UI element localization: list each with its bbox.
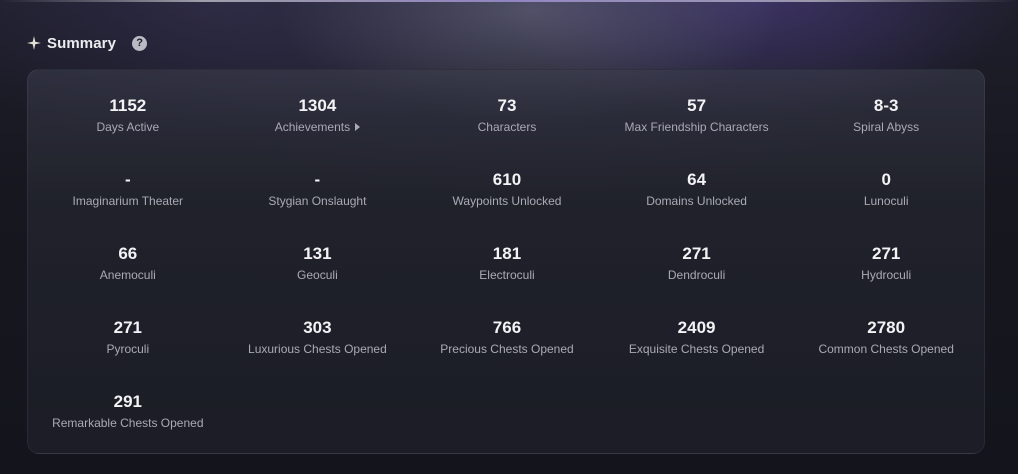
stat-hydroculi: 271 Hydroculi	[791, 244, 981, 318]
stat-value: 303	[303, 318, 332, 337]
summary-header: Summary ?	[27, 33, 148, 53]
stat-days-active: 1152 Days Active	[33, 96, 223, 170]
stat-exquisite-chests: 2409 Exquisite Chests Opened	[602, 318, 792, 392]
stat-value: -	[124, 170, 131, 189]
stat-label: Days Active	[96, 120, 160, 134]
stat-label: Stygian Onslaught	[268, 194, 367, 208]
top-highlight-line	[0, 0, 1018, 2]
sparkle-icon	[27, 36, 41, 50]
caret-right-icon	[355, 123, 361, 131]
stat-value: 131	[303, 244, 332, 263]
stat-geoculi: 131 Geoculi	[223, 244, 413, 318]
stat-label: Anemoculi	[99, 268, 156, 282]
stat-label: Precious Chests Opened	[440, 342, 574, 356]
stat-electroculi: 181 Electroculi	[412, 244, 602, 318]
stat-value: 291	[113, 392, 142, 411]
stat-stygian-onslaught: - Stygian Onslaught	[223, 170, 413, 244]
stat-label: Domains Unlocked	[646, 194, 747, 208]
stat-value: 610	[492, 170, 522, 189]
stat-label: Dendroculi	[667, 268, 726, 282]
stat-value: -	[314, 170, 321, 189]
stat-label: Max Friendship Characters	[624, 120, 769, 134]
stat-waypoints: 610 Waypoints Unlocked	[412, 170, 602, 244]
stat-label: Pyroculi	[106, 342, 150, 356]
stat-value: 766	[492, 318, 522, 337]
stat-value: 271	[113, 318, 142, 337]
summary-panel: 1152 Days Active 1304 Achievements 73 Ch…	[27, 69, 985, 454]
stat-luxurious-chests: 303 Luxurious Chests Opened	[223, 318, 413, 392]
stat-imaginarium-theater: - Imaginarium Theater	[33, 170, 223, 244]
stat-domains: 64 Domains Unlocked	[602, 170, 792, 244]
stat-value: 73	[497, 96, 517, 115]
achievements-link[interactable]: Achievements	[274, 120, 361, 134]
stat-max-friendship: 57 Max Friendship Characters	[602, 96, 792, 170]
stat-value: 271	[682, 244, 711, 263]
stat-pyroculi: 271 Pyroculi	[33, 318, 223, 392]
stat-precious-chests: 766 Precious Chests Opened	[412, 318, 602, 392]
stat-value: 64	[687, 170, 707, 189]
stat-label: Hydroculi	[861, 268, 912, 282]
stat-label: Remarkable Chests Opened	[52, 416, 204, 430]
stat-value: 8-3	[873, 96, 899, 115]
stat-value: 271	[871, 244, 901, 263]
stats-grid: 1152 Days Active 1304 Achievements 73 Ch…	[33, 96, 981, 466]
stat-label: Spiral Abyss	[853, 120, 920, 134]
section-title: Summary	[47, 34, 117, 52]
stat-label: Electroculi	[479, 268, 535, 282]
stat-label: Characters	[477, 120, 537, 134]
stat-label: Geoculi	[297, 268, 338, 282]
stat-anemoculi: 66 Anemoculi	[33, 244, 223, 318]
stat-label: Exquisite Chests Opened	[628, 342, 765, 356]
stat-label: Waypoints Unlocked	[452, 194, 562, 208]
stat-label: Luxurious Chests Opened	[248, 342, 387, 356]
stat-value: 2780	[867, 318, 906, 337]
stat-spiral-abyss: 8-3 Spiral Abyss	[791, 96, 981, 170]
stat-label: Lunoculi	[863, 194, 909, 208]
stat-value: 66	[118, 244, 138, 263]
stat-dendroculi: 271 Dendroculi	[602, 244, 792, 318]
stat-lunoculi: 0 Lunoculi	[791, 170, 981, 244]
stat-value: 2409	[677, 318, 716, 337]
stat-value: 181	[492, 244, 522, 263]
stat-label: Common Chests Opened	[818, 342, 954, 356]
stat-remarkable-chests: 291 Remarkable Chests Opened	[33, 392, 223, 466]
stat-characters: 73 Characters	[412, 96, 602, 170]
stat-label: Achievements	[274, 120, 351, 134]
stat-label: Imaginarium Theater	[72, 194, 184, 208]
stat-value: 1152	[109, 96, 147, 115]
stat-value: 0	[881, 170, 891, 189]
stat-value: 57	[687, 96, 707, 115]
stat-value: 1304	[298, 96, 337, 115]
stat-achievements[interactable]: 1304 Achievements	[223, 96, 413, 170]
help-icon[interactable]: ?	[132, 35, 148, 51]
stat-common-chests: 2780 Common Chests Opened	[791, 318, 981, 392]
